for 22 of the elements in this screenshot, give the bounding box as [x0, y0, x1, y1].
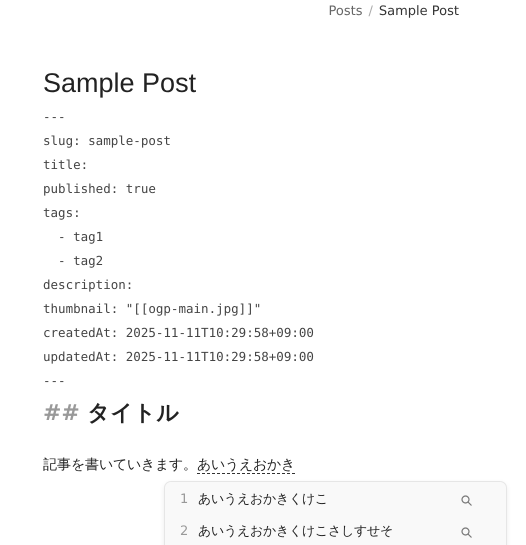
code-line: slug: sample-post	[43, 132, 172, 150]
breadcrumb-link[interactable]: Posts	[328, 4, 363, 20]
code-line: tags:	[43, 204, 82, 222]
code-line: title:	[43, 156, 90, 174]
code-line: updatedAt: 2025-11-11T10:29:58+09:00	[43, 348, 315, 366]
code-line: description:	[43, 276, 134, 294]
candidate-item[interactable]: 2 あいうえおかきくけこさしすせそ	[165, 516, 506, 545]
post-title: Sample Post	[43, 67, 198, 99]
code-line: published: true	[43, 180, 157, 198]
code-line: ---	[43, 372, 67, 390]
code-line: ---	[43, 108, 67, 126]
code-line: thumbnail: "[[ogp-main.jpg]]"	[43, 300, 262, 318]
candidate-item[interactable]: 1 あいうえおかきくけこ	[165, 484, 506, 516]
breadcrumb-current: Sample Post	[378, 4, 459, 20]
search-icon[interactable]	[461, 526, 472, 538]
heading: ## タイトル	[43, 400, 181, 428]
paragraph: 記事を書いていきます。あいうえおかき	[43, 456, 296, 475]
code-line: - tag1	[57, 228, 104, 246]
code-line: - tag2	[57, 252, 104, 270]
breadcrumb-separator: /	[368, 4, 373, 20]
code-line: createdAt: 2025-11-11T10:29:58+09:00	[43, 324, 315, 342]
search-icon[interactable]	[461, 494, 472, 506]
